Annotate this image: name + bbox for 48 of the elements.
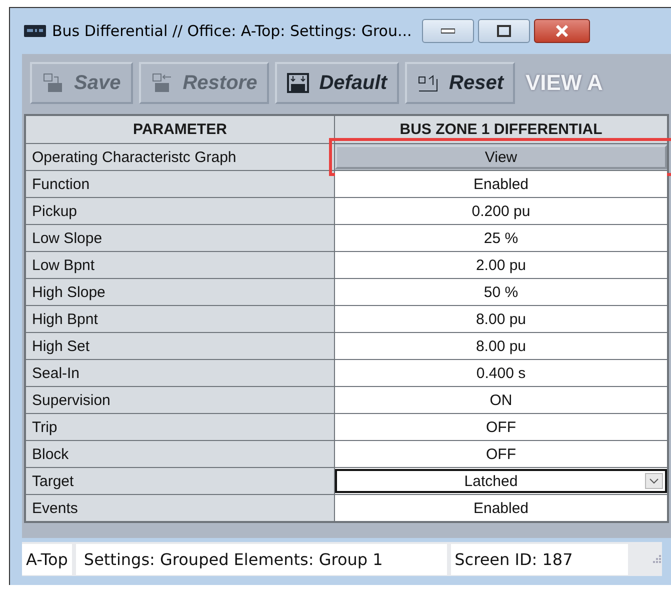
close-button[interactable] (534, 19, 590, 43)
parameter-cell: Block (25, 440, 334, 468)
value-cell: OFF (334, 440, 668, 468)
device-icon (24, 25, 46, 37)
default-button[interactable]: Default (275, 62, 399, 104)
disk-icon (42, 73, 64, 93)
parameter-cell: Target (25, 468, 334, 494)
disk-arrow-icon (150, 73, 173, 93)
parameter-cell: Trip (25, 414, 334, 440)
view-button[interactable]: View (335, 145, 667, 169)
value-cell: 8.00 pu (334, 332, 668, 360)
value-cell: 8.00 pu (334, 306, 668, 332)
maximize-icon (496, 25, 511, 37)
value-cell: 25 % (334, 224, 668, 252)
resize-grip-icon[interactable] (652, 554, 662, 564)
maximize-button[interactable] (478, 19, 530, 43)
parameter-cell: High Bpnt (25, 306, 334, 332)
tray-icon (287, 73, 310, 93)
value-cell: ON (334, 386, 668, 414)
status-text: A-Top (22, 544, 72, 574)
parameter-cell: Low Slope (25, 224, 334, 252)
arrow-box-icon (417, 73, 439, 93)
status-text: Screen ID: 187 (450, 544, 628, 574)
parameter-cell: Events (25, 494, 334, 522)
minimize-icon (440, 28, 455, 34)
parameter-cell: Low Bpnt (25, 252, 334, 278)
parameter-cell: Supervision (25, 386, 334, 414)
close-icon (554, 25, 569, 37)
value-cell: Enabled (334, 170, 668, 198)
value-cell: 0.400 s (334, 360, 668, 386)
parameter-cell: High Set (25, 332, 334, 360)
value-cell: OFF (334, 414, 668, 440)
column-header: PARAMETER (25, 115, 334, 144)
parameter-cell: Operating Characteristc Graph (25, 144, 334, 170)
value-cell: Enabled (334, 494, 668, 522)
window-title: Bus Differential // Office: A-Top: Settings: Grou... (52, 22, 412, 40)
reset-button[interactable]: Reset (405, 62, 516, 104)
value-cell: 0.200 pu (334, 198, 668, 224)
value-cell: 2.00 pu (334, 252, 668, 278)
parameter-cell: High Slope (25, 278, 334, 306)
value-cell: 50 % (334, 278, 668, 306)
status-text: Settings: Grouped Elements: Group 1 (76, 544, 447, 574)
minimize-button[interactable] (422, 19, 474, 43)
view-label: VIEW A (525, 70, 603, 96)
parameter-cell: Pickup (25, 198, 334, 224)
parameter-cell: Seal-In (25, 360, 334, 386)
parameter-cell: Function (25, 170, 334, 198)
value-dropdown[interactable]: Latched (335, 469, 667, 493)
